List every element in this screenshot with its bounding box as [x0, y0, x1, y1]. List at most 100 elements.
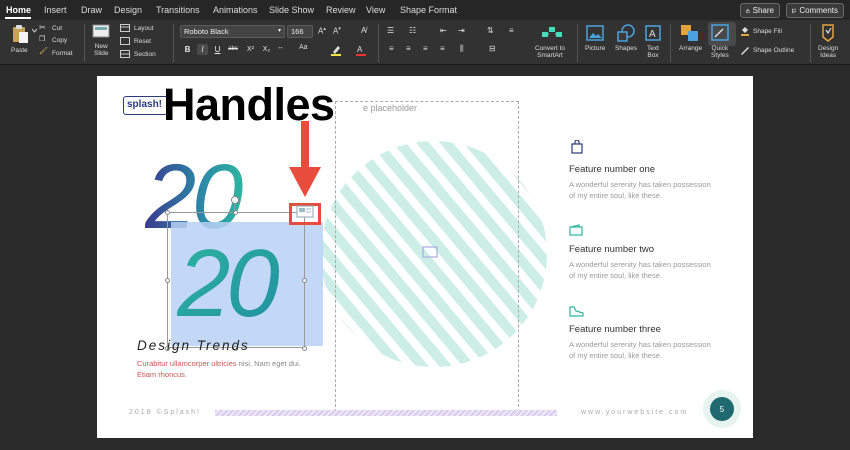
overlay-title: Handles	[163, 79, 335, 130]
shape-fill-label[interactable]: Shape Fill	[753, 28, 782, 35]
font-name-select[interactable]: Roboto Black ▾	[180, 25, 285, 38]
feature-title[interactable]: Feature number three	[569, 324, 661, 335]
italic-button[interactable]: I	[197, 44, 208, 55]
clear-format-icon[interactable]: A̸	[361, 26, 366, 35]
increase-indent-icon[interactable]: ⇥	[458, 26, 465, 35]
tab-review[interactable]: Review	[326, 5, 356, 15]
feature-description[interactable]: A wonderful serenity has taken possessio…	[569, 259, 719, 281]
strikethrough-button[interactable]: abc	[226, 44, 240, 55]
tab-home[interactable]: Home	[6, 5, 31, 15]
page-number-badge: 5	[703, 390, 741, 428]
superscript-button[interactable]: X²	[244, 44, 257, 55]
paste-icon[interactable]	[10, 24, 30, 44]
align-left-icon[interactable]: ≡	[389, 44, 394, 53]
new-slide-icon[interactable]	[92, 24, 110, 40]
align-right-icon[interactable]: ≡	[423, 44, 428, 53]
picture-icon[interactable]	[586, 25, 604, 41]
rotate-handle-icon[interactable]	[229, 194, 241, 212]
format-painter-label[interactable]: Format	[52, 50, 73, 57]
design-trends-heading[interactable]: Design Trends	[137, 338, 250, 353]
selection-frame	[167, 212, 305, 348]
annotation-arrow-icon	[289, 121, 321, 197]
comments-button[interactable]: Comments	[786, 3, 844, 18]
chevron-down-icon[interactable]	[32, 28, 37, 33]
tab-transitions[interactable]: Transitions	[156, 5, 200, 15]
section-icon[interactable]	[120, 50, 130, 58]
justify-icon[interactable]: ≡	[440, 44, 445, 53]
copy-label[interactable]: Copy	[52, 37, 67, 44]
copy-icon[interactable]: ❐	[39, 35, 45, 43]
design-trends-description[interactable]: Curabitur ullamcorper ultricies nisi. Na…	[137, 358, 312, 380]
character-spacing-icon[interactable]: ↔	[277, 44, 284, 51]
design-ideas-label: Design Ideas	[818, 45, 839, 59]
layout-icon[interactable]	[120, 24, 130, 32]
share-button[interactable]: Share	[740, 3, 780, 18]
quick-styles-icon[interactable]	[711, 24, 731, 42]
comments-label: Comments	[799, 6, 838, 15]
font-size-value: 166	[291, 27, 304, 36]
feature-description[interactable]: A wonderful serenity has taken possessio…	[569, 339, 719, 361]
tab-insert[interactable]: Insert	[44, 5, 67, 15]
highlight-icon[interactable]	[330, 44, 342, 56]
footer-website[interactable]: www.yourwebsite.com	[581, 409, 688, 416]
arrange-icon[interactable]	[680, 24, 700, 42]
reset-icon[interactable]	[120, 37, 130, 45]
resize-handle-left[interactable]	[165, 278, 170, 283]
shrink-font-icon[interactable]: A▾	[333, 26, 341, 36]
shapes-icon[interactable]	[616, 24, 636, 42]
new-slide-label: New Slide	[94, 43, 109, 57]
numbering-icon[interactable]: ☷	[409, 26, 416, 35]
text-box-icon[interactable]: A	[645, 25, 661, 41]
quick-styles-label: Quick Styles	[711, 45, 729, 59]
align-center-icon[interactable]: ≡	[406, 44, 411, 53]
layout-label[interactable]: Layout	[134, 25, 154, 32]
tab-design[interactable]: Design	[114, 5, 142, 15]
section-label[interactable]: Section	[134, 51, 156, 58]
underline-button[interactable]: U	[212, 44, 223, 55]
tab-slide-show[interactable]: Slide Show	[269, 5, 314, 15]
bullets-icon[interactable]: ☰	[387, 26, 394, 35]
svg-text:A: A	[649, 29, 656, 40]
decrease-indent-icon[interactable]: ⇤	[440, 26, 447, 35]
format-painter-icon[interactable]: 🖌	[39, 47, 48, 55]
scissors-icon[interactable]: ✂	[39, 23, 46, 32]
line-spacing-icon[interactable]: ≡	[509, 26, 514, 35]
text-direction-icon[interactable]: ⇅	[487, 26, 494, 35]
active-tab-indicator	[5, 17, 31, 19]
arrange-label: Arrange	[679, 45, 703, 52]
align-text-icon[interactable]: ⊟	[489, 44, 496, 53]
desc-plain: nisi. Nam eget dui.	[236, 359, 301, 368]
tab-draw[interactable]: Draw	[81, 5, 102, 15]
paint-bucket-icon[interactable]	[740, 26, 750, 36]
ribbon-tab-bar: Home Insert Draw Design Transitions Anim…	[0, 0, 850, 20]
shape-outline-label[interactable]: Shape Outline	[753, 47, 794, 54]
font-size-select[interactable]: 166	[287, 25, 313, 38]
reset-label[interactable]: Reset	[134, 38, 151, 45]
feature-title[interactable]: Feature number two	[569, 244, 654, 255]
columns-icon[interactable]: ⫼	[460, 44, 464, 54]
page-number: 5	[710, 397, 734, 421]
font-color-icon[interactable]: A	[355, 44, 367, 56]
tab-shape-format[interactable]: Shape Format	[400, 5, 457, 15]
cut-label[interactable]: Cut	[52, 25, 62, 32]
resize-handle-bottom-right[interactable]	[302, 346, 307, 351]
tab-animations[interactable]: Animations	[213, 5, 258, 15]
shoe-icon	[569, 306, 584, 317]
bold-button[interactable]: B	[182, 44, 193, 55]
change-case-icon[interactable]: Aa	[299, 44, 308, 51]
resize-handle-right[interactable]	[302, 278, 307, 283]
feature-description[interactable]: A wonderful serenity has taken possessio…	[569, 179, 719, 201]
slide[interactable]: e placeholder 20 20 splash! Handles Desi…	[97, 76, 753, 438]
grow-font-icon[interactable]: A▴	[318, 26, 326, 36]
design-ideas-icon[interactable]	[820, 24, 836, 42]
pen-outline-icon[interactable]	[740, 45, 750, 55]
subscript-button[interactable]: X₂	[260, 44, 273, 55]
feature-title[interactable]: Feature number one	[569, 164, 655, 175]
picture-placeholder-frame[interactable]	[335, 101, 519, 412]
resize-handle-top-left[interactable]	[165, 210, 170, 215]
smartart-icon[interactable]	[541, 25, 563, 43]
tab-view[interactable]: View	[366, 5, 385, 15]
footer-copyright[interactable]: 2018 ©Splash!	[129, 409, 201, 416]
layout-options-icon[interactable]	[296, 203, 314, 221]
wallet-icon	[569, 224, 583, 236]
